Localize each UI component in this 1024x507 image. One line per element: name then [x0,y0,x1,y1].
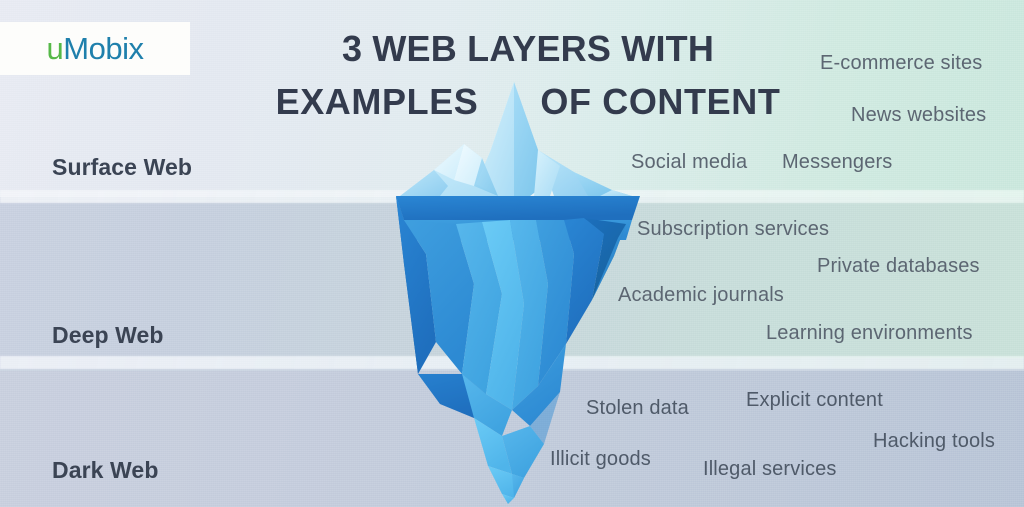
title-line-2-left: EXAMPLES [275,81,479,123]
example-tag-dark-4: Illegal services [703,458,837,480]
logo-wordmark: uMobix [47,31,144,67]
title-line-2: EXAMPLES OF CONTENT [258,75,798,128]
example-tag-dark-2: Hacking tools [873,430,996,452]
infographic-canvas: uMobix 3 WEB LAYERS WITH EXAMPLES OF CONT… [0,0,1024,507]
logo-u-letter: u [46,30,64,66]
example-tag-deep-1: Private databases [817,255,980,277]
example-tag-surface-3: Messengers [782,151,893,173]
example-tag-deep-0: Subscription services [637,218,830,240]
umobix-logo[interactable]: uMobix [0,22,190,75]
example-tag-dark-1: Explicit content [746,389,883,411]
page-title: 3 WEB LAYERS WITH EXAMPLES OF CONTENT [258,22,798,129]
layer-label-deep-web: Deep Web [52,322,164,348]
layer-label-dark-web: Dark Web [52,457,159,483]
title-line-1: 3 WEB LAYERS WITH [341,28,715,69]
iceberg-illustration [396,82,640,504]
layer-label-surface-web: Surface Web [52,154,192,180]
example-tag-deep-3: Learning environments [766,322,973,344]
example-tag-surface-1: News websites [851,104,987,126]
example-tag-surface-0: E-commerce sites [820,52,983,74]
title-line-2-right: OF CONTENT [540,81,781,123]
logo-mobix-letters: Mobix [63,30,144,66]
